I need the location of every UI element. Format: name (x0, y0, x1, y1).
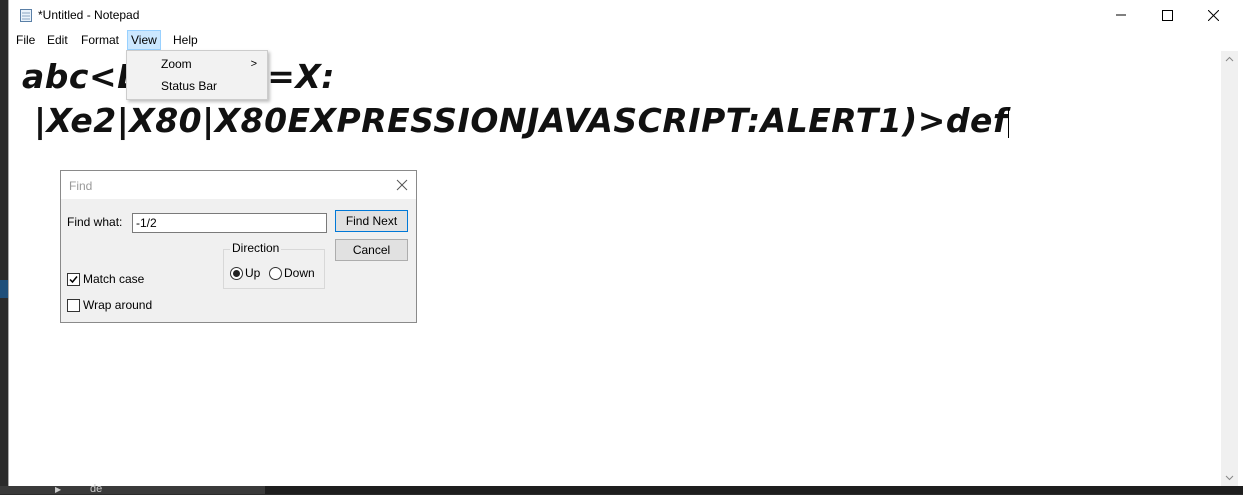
zoom-label: Zoom (161, 57, 192, 71)
direction-label: Direction (230, 241, 282, 255)
maximize-button[interactable] (1144, 0, 1190, 30)
menu-item-zoom[interactable]: Zoom > (127, 54, 267, 74)
direction-down-radio[interactable] (269, 267, 282, 280)
notepad-icon (20, 9, 32, 22)
checkmark-icon (69, 276, 78, 284)
menu-edit[interactable]: Edit (47, 31, 68, 49)
menu-view[interactable]: View (127, 30, 161, 50)
menu-bar: File Edit Format View Help (9, 30, 1243, 50)
background-panel (0, 486, 265, 494)
status-bar-label: Status Bar (161, 79, 218, 93)
wrap-around-label: Wrap around (83, 298, 153, 312)
find-next-button[interactable]: Find Next (335, 210, 408, 232)
direction-down-label: Down (284, 266, 315, 280)
find-what-label: Find what: (67, 215, 123, 229)
menu-help[interactable]: Help (173, 31, 198, 49)
cancel-button[interactable]: Cancel (335, 239, 408, 261)
expand-triangle-icon: ▶ (55, 485, 62, 494)
menu-format[interactable]: Format (81, 31, 119, 49)
text-caret (1007, 107, 1009, 138)
title-bar[interactable]: *Untitled - Notepad (9, 0, 1243, 30)
minimize-button[interactable] (1098, 0, 1144, 30)
direction-up-label: Up (245, 266, 261, 280)
find-what-input[interactable]: -1/2 (132, 213, 327, 233)
match-case-checkbox[interactable] (67, 273, 80, 286)
maximize-icon (1161, 9, 1173, 21)
view-menu-dropdown: Zoom > Status Bar (126, 50, 268, 100)
find-dialog-title-bar[interactable]: Find (61, 171, 416, 199)
wrap-around-checkbox[interactable] (67, 299, 80, 312)
window-title: *Untitled - Notepad (38, 8, 140, 22)
editor-line-2: |Xe2|X80|X80EXPRESSIONJAVASCRIPT:ALERT1)… (22, 101, 1008, 140)
find-dialog: Find Find what: -1/2 Find Next Cancel Di… (60, 170, 417, 323)
match-case-label: Match case (83, 272, 145, 286)
direction-group: Direction Up Down (223, 241, 325, 289)
scroll-down-icon[interactable] (1225, 473, 1234, 482)
minimize-icon (1116, 14, 1126, 16)
chevron-right-icon: > (250, 58, 257, 70)
direction-up-radio[interactable] (230, 267, 243, 280)
scroll-up-icon[interactable] (1225, 55, 1234, 64)
background-tree-item: de (90, 483, 103, 495)
close-icon (1207, 9, 1219, 21)
vertical-scrollbar[interactable] (1221, 51, 1238, 486)
menu-item-status-bar[interactable]: Status Bar (127, 76, 267, 96)
background-highlight (0, 280, 8, 298)
close-icon[interactable] (396, 179, 408, 191)
find-dialog-title: Find (69, 179, 93, 193)
close-button[interactable] (1190, 0, 1236, 30)
editor-line-1-start: abc<L (22, 57, 139, 96)
menu-file[interactable]: File (16, 31, 35, 49)
